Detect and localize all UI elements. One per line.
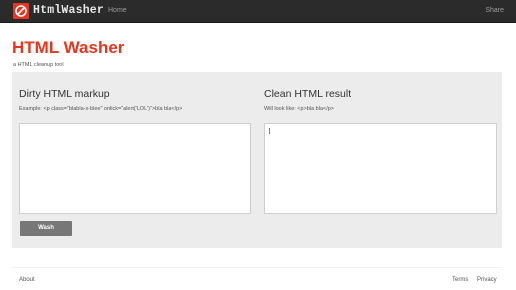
page-title: HTML Washer [12,38,125,57]
footer-terms-link[interactable]: Terms [452,276,468,284]
wash-button[interactable]: Wash [20,221,72,236]
washer-panel: Dirty HTML markup Example: <p class="bla… [12,72,502,248]
no-symbol-icon[interactable] [13,3,29,19]
dirty-markup-hint: Example: <p class="blabla-x-blee" onlick… [19,106,183,112]
dirty-markup-input[interactable] [19,123,251,214]
nav-home-link[interactable]: Home [108,6,127,16]
clean-result-hint: Will look like: <p>bla bla</p> [264,106,335,112]
top-navbar: HtmlWasher Home Share [0,0,516,23]
clean-result-output[interactable] [264,123,497,214]
footer-privacy-link[interactable]: Privacy [477,276,497,284]
page-subtitle: a HTML cleanup tool [13,62,64,68]
nav-share-link[interactable]: Share [485,6,504,16]
footer-divider [12,267,502,268]
clean-result-title: Clean HTML result [264,88,352,100]
dirty-markup-title: Dirty HTML markup [19,88,110,100]
footer-about-link[interactable]: About [19,276,35,284]
text-cursor [269,128,270,134]
brand-name[interactable]: HtmlWasher [33,4,104,18]
